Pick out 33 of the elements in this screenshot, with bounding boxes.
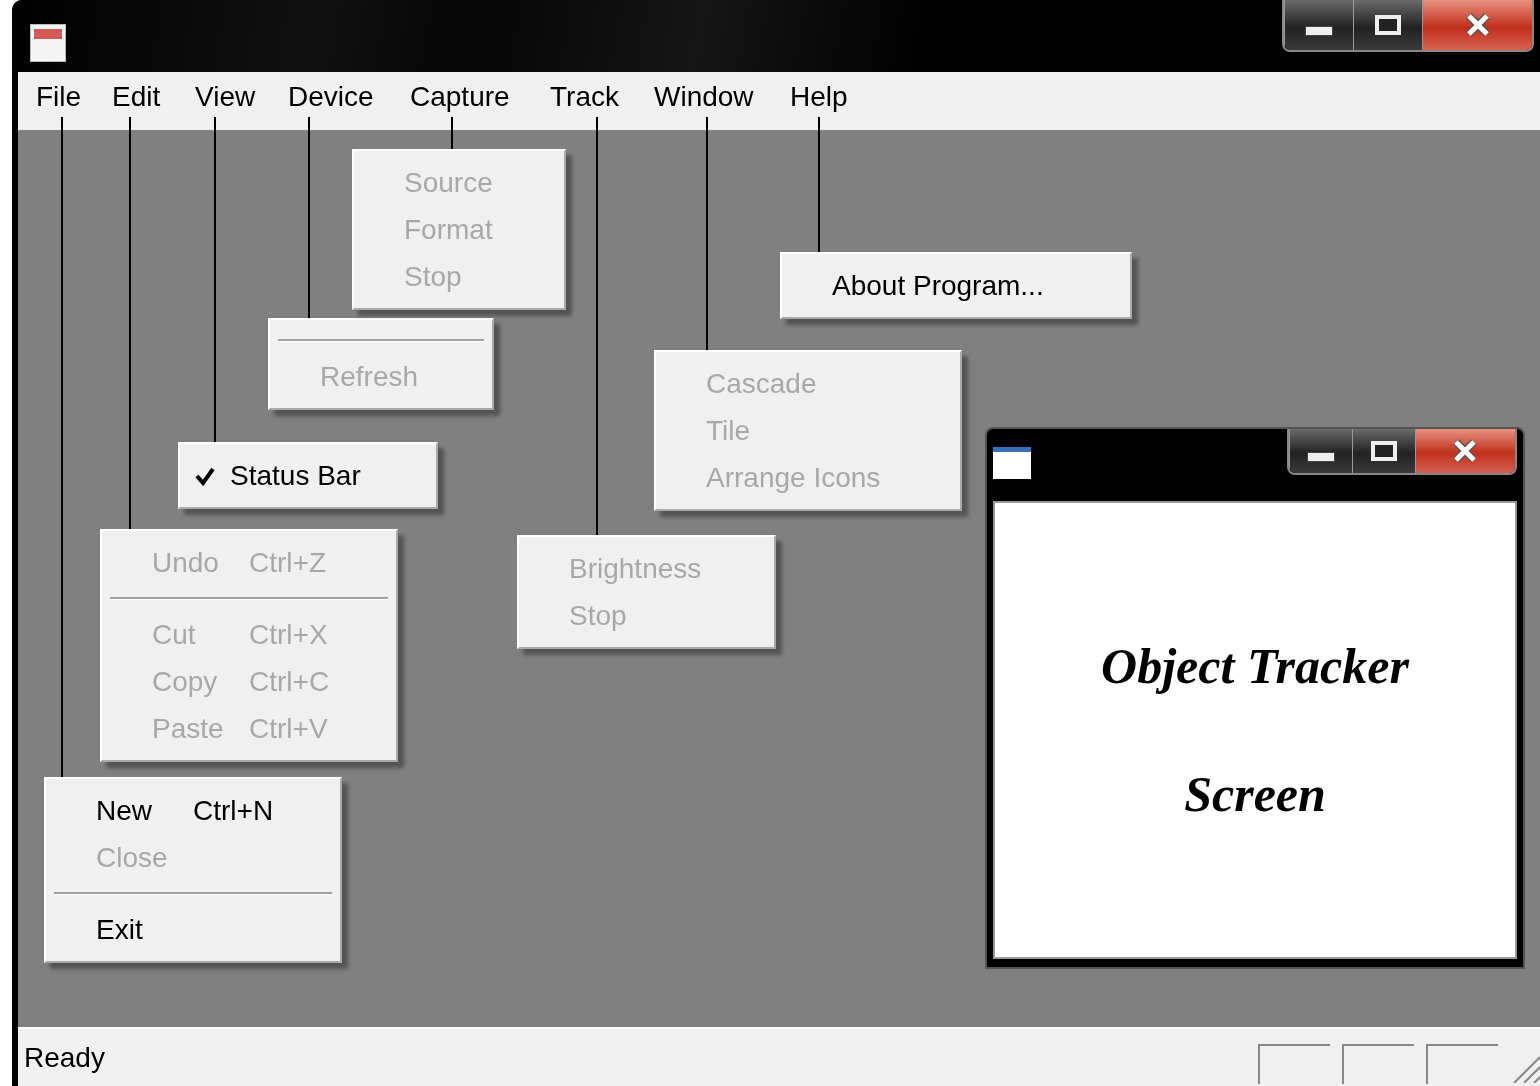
menu-title[interactable]: Edit — [112, 81, 195, 121]
window-icon — [993, 447, 1031, 479]
document-icon — [30, 24, 66, 62]
menu-item[interactable]: Status Bar — [180, 452, 436, 499]
close-button[interactable] — [1422, 0, 1532, 50]
maximize-button[interactable] — [1353, 0, 1423, 50]
maximize-button[interactable] — [1351, 429, 1415, 473]
status-pane — [1342, 1043, 1414, 1084]
title-text: Screen — [1184, 765, 1326, 823]
minimize-button[interactable] — [1288, 429, 1352, 473]
status-text: Ready — [24, 1041, 106, 1074]
status-pane — [1426, 1043, 1498, 1084]
close-icon — [1452, 439, 1479, 463]
minimize-icon — [1305, 26, 1334, 36]
menu-title[interactable]: Device — [288, 81, 410, 121]
menu-item[interactable]: About Program... — [782, 262, 1130, 309]
close-icon — [1464, 13, 1491, 37]
checkmark-icon — [195, 465, 215, 486]
status-pane — [1258, 1043, 1330, 1084]
menu-title[interactable]: Track — [550, 81, 654, 121]
menu-item[interactable]: New Ctrl+N — [46, 787, 340, 834]
menu-item[interactable]: Exit — [46, 906, 340, 953]
maximize-icon — [1375, 15, 1402, 35]
menu-title[interactable]: File — [36, 81, 112, 121]
menu-title[interactable]: Capture — [410, 81, 550, 121]
menu-title[interactable]: View — [195, 81, 288, 121]
title-text: Object Tracker — [1101, 637, 1409, 695]
minimize-button[interactable] — [1284, 0, 1354, 50]
close-button[interactable] — [1414, 429, 1515, 473]
menu-title[interactable]: Help — [790, 81, 848, 121]
maximize-icon — [1370, 441, 1397, 461]
minimize-icon — [1306, 452, 1335, 462]
menu-title[interactable]: Window — [654, 81, 790, 121]
